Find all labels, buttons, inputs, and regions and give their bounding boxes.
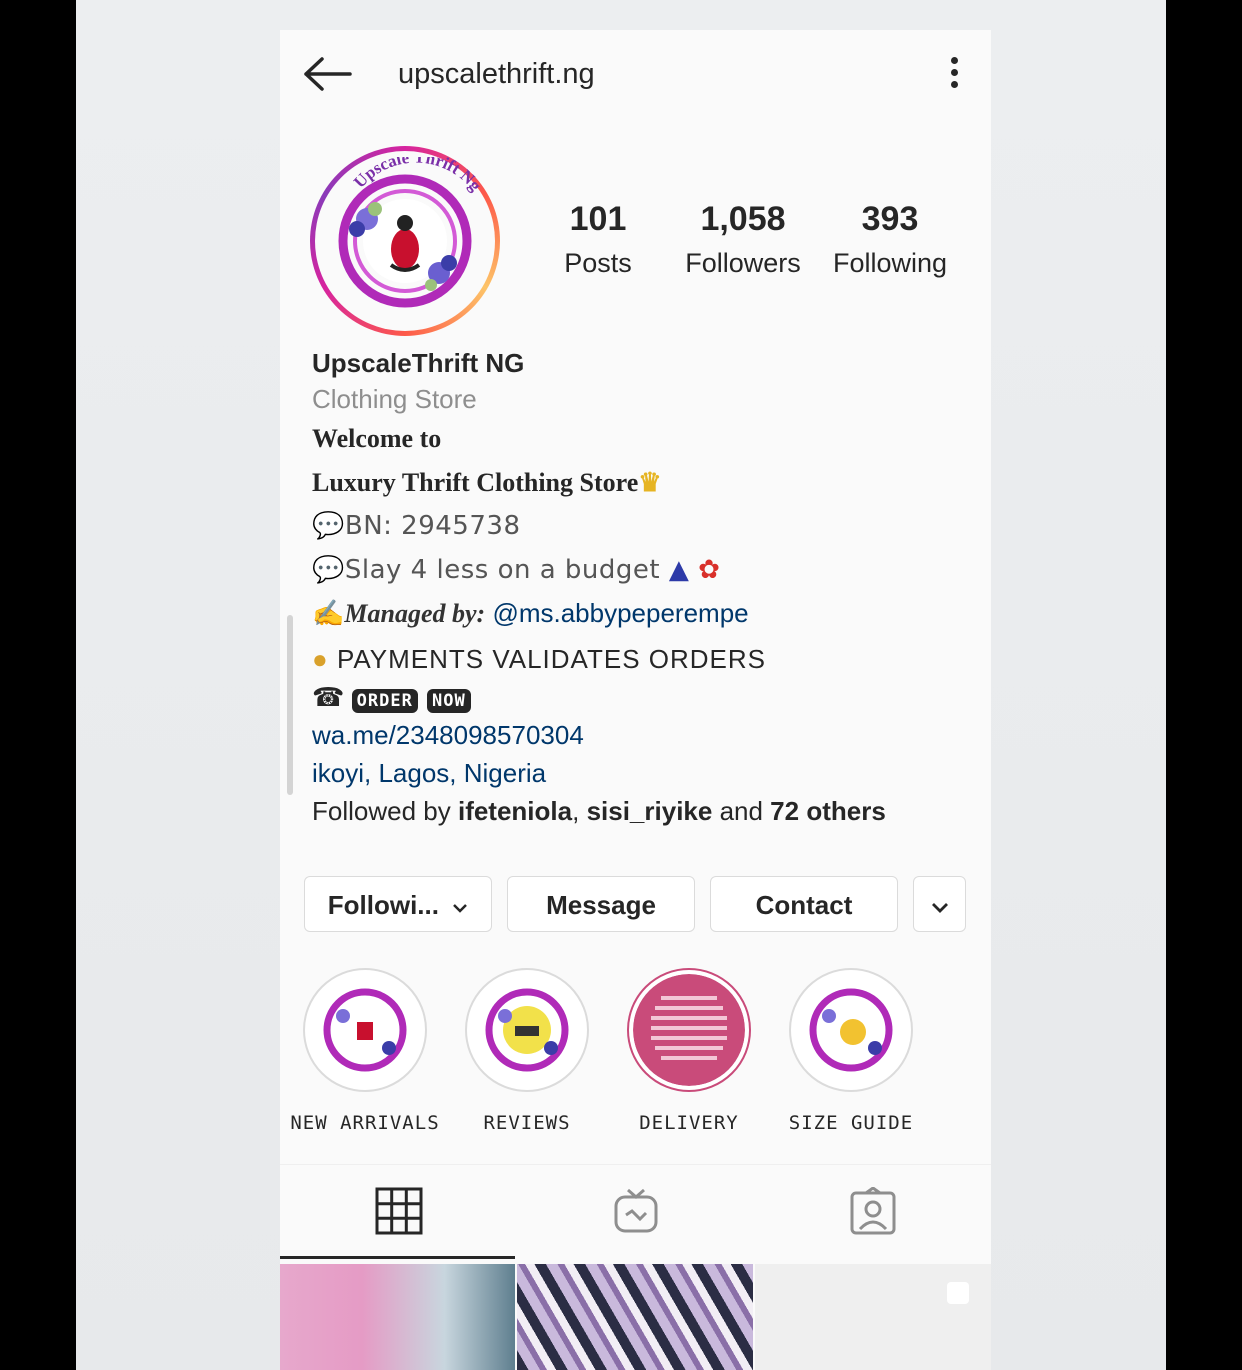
tagged-icon [850, 1187, 895, 1235]
money-bag-icon: ● [312, 644, 329, 674]
followed-sep: , [572, 796, 587, 826]
display-name: UpscaleThrift NG [312, 348, 525, 378]
category-label: Clothing Store [312, 384, 477, 414]
speech-bubble-icon: 💬 [312, 511, 345, 541]
payments-text: PAYMENTS VALIDATES ORDERS [336, 644, 766, 674]
followers-label: Followers [685, 248, 801, 278]
followed-and: and [712, 796, 771, 826]
website-link[interactable]: wa.me/2348098570304 [312, 720, 584, 751]
highlight-cover-image [633, 974, 745, 1086]
content-tabs [280, 1164, 991, 1261]
suggested-accounts-button[interactable] [913, 876, 966, 932]
highlight-new-arrivals[interactable]: NEW ARRIVALS [290, 968, 440, 1134]
managed-handle-link[interactable]: @ms.abbypeperempe [492, 598, 748, 628]
bio-slay: Slay 4 less on a budget [344, 555, 661, 585]
side-scroll-handle[interactable] [287, 615, 293, 795]
highlight-label: NEW ARRIVALS [290, 1112, 440, 1134]
highlight-cover-image [475, 978, 579, 1082]
posts-value: 101 [569, 200, 627, 238]
highlight-delivery[interactable]: DELIVERY [614, 968, 764, 1134]
profile-avatar[interactable]: Upscale Thrift Ng [310, 146, 500, 336]
highlight-reviews[interactable]: REVIEWS [452, 968, 602, 1134]
bio-store-line: Luxury Thrift Clothing Store♛ [312, 468, 662, 498]
followed-user-1: ifeteniola [457, 796, 573, 826]
bio-welcome: Welcome to [312, 424, 442, 453]
crown-icon: ♛ [638, 468, 662, 497]
tab-igtv[interactable] [517, 1165, 754, 1261]
location-link[interactable]: ikoyi, Lagos, Nigeria [312, 758, 546, 789]
more-options-icon[interactable] [942, 54, 966, 94]
chevron-down-icon [453, 904, 468, 913]
order-word: ORDER [351, 689, 418, 713]
followed-user-2: sisi_riyike [586, 796, 713, 826]
store-logo-image: Upscale Thrift Ng [338, 157, 486, 308]
following-label: Following [832, 248, 948, 278]
bio-managed-line: ✍Managed by: @ms.abbypeperempe [312, 598, 749, 629]
followers-count[interactable]: 1,058 Followers [678, 202, 808, 279]
message-button[interactable]: Message [507, 876, 695, 932]
profile-screen: upscalethrift.ng Upscale Thrift Ng 101 P… [280, 30, 991, 1370]
post-thumbnail[interactable] [755, 1264, 991, 1370]
followed-prefix: Followed by [312, 796, 458, 826]
followed-by-line[interactable]: Followed by ifeteniola, sisi_riyike and … [312, 796, 886, 827]
followers-value: 1,058 [700, 200, 786, 238]
managed-label: Managed by: [344, 599, 486, 628]
following-value: 393 [861, 200, 919, 238]
profile-username: upscalethrift.ng [398, 58, 595, 90]
following-count[interactable]: 393 Following [826, 202, 954, 279]
bio-payments-line: ● PAYMENTS VALIDATES ORDERS [312, 644, 766, 675]
dancer-icon: ✿ [689, 555, 721, 585]
contact-button[interactable]: Contact [710, 876, 898, 932]
following-button-label: Followi... [327, 890, 439, 920]
bio-order-line: ☎ ORDER NOW [312, 682, 473, 713]
chevron-down-icon [931, 903, 948, 913]
highlight-cover-image [313, 978, 417, 1082]
post-thumbnail[interactable] [517, 1264, 753, 1370]
grid-icon [375, 1187, 422, 1235]
following-button[interactable]: Followi... [304, 876, 492, 932]
post-thumbnail[interactable] [280, 1264, 515, 1370]
carousel-icon [947, 1282, 969, 1304]
posts-label: Posts [564, 248, 632, 278]
highlight-label: REVIEWS [483, 1112, 571, 1134]
highlight-cover-image [799, 978, 903, 1082]
highlight-size-guide[interactable]: SIZE GUIDE [776, 968, 926, 1134]
telephone-icon: ☎ [312, 682, 345, 712]
active-tab-indicator [280, 1256, 515, 1259]
bio-bn-line: 💬BN: 2945738 [312, 511, 520, 541]
back-arrow-icon[interactable] [302, 56, 352, 92]
now-word: NOW [427, 689, 471, 713]
dress-icon: ▲ [660, 555, 690, 585]
top-bar: upscalethrift.ng [280, 30, 991, 120]
pen-icon: ✍ [312, 598, 345, 628]
highlight-label: SIZE GUIDE [788, 1112, 914, 1134]
posts-count[interactable]: 101 Posts [548, 202, 648, 279]
highlight-label: DELIVERY [639, 1112, 739, 1134]
igtv-icon [614, 1188, 657, 1233]
tab-tagged[interactable] [754, 1165, 991, 1261]
bio-store-text: Luxury Thrift Clothing Store [312, 468, 639, 497]
speech-bubble-icon: 💬 [312, 555, 345, 585]
tab-posts-grid[interactable] [280, 1165, 517, 1261]
bio-slay-line: 💬Slay 4 less on a budget ▲ ✿ [312, 555, 720, 585]
followed-others: 72 others [770, 796, 886, 826]
bio-bn: BN: 2945738 [344, 511, 521, 541]
